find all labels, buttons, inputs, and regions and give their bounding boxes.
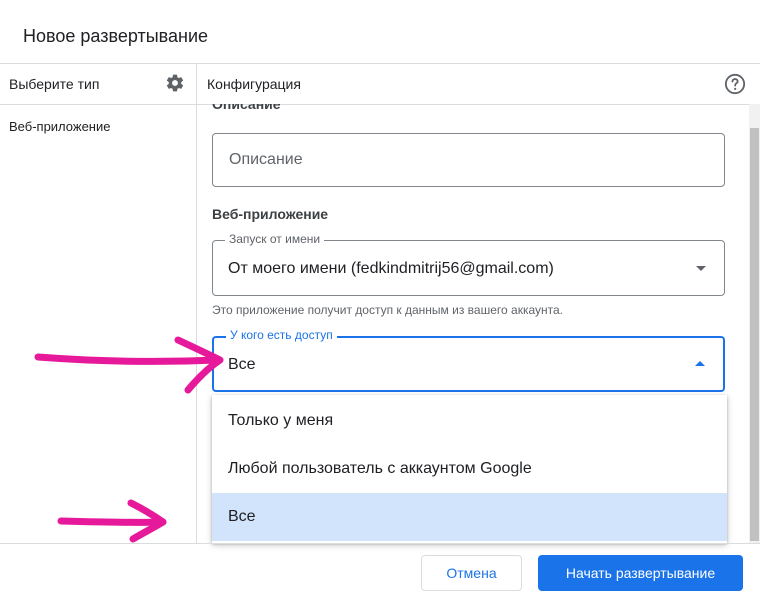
dropdown-arrow-up-icon: [695, 361, 705, 366]
access-select[interactable]: У кого есть доступ Все: [212, 328, 725, 392]
option-label: Все: [228, 508, 256, 525]
gear-icon[interactable]: [165, 73, 185, 93]
option-label: Любой пользователь с аккаунтом Google: [228, 460, 532, 477]
run-as-label: Запуск от имени: [225, 232, 325, 246]
run-as-select[interactable]: Запуск от имени От моего имени (fedkindm…: [212, 232, 725, 296]
type-item-web-app[interactable]: Веб-приложение: [9, 119, 110, 134]
access-option-google-account[interactable]: Любой пользователь с аккаунтом Google: [212, 445, 727, 493]
description-section-label: Описание: [212, 104, 281, 112]
description-placeholder: Описание: [229, 151, 303, 168]
select-type-label: Выберите тип: [9, 76, 100, 92]
access-label: У кого есть доступ: [226, 328, 337, 342]
annotation-arrow-icon: [34, 336, 224, 394]
run-as-hint: Это приложение получит доступ к данным и…: [212, 303, 563, 317]
run-as-value: От моего имени (fedkindmitrij56@gmail.co…: [228, 260, 554, 277]
cancel-button[interactable]: Отмена: [421, 555, 522, 591]
dropdown-arrow-icon: [696, 266, 706, 271]
access-value: Все: [228, 356, 256, 373]
configuration-label: Конфигурация: [207, 76, 301, 92]
access-option-only-me[interactable]: Только у меня: [212, 397, 727, 445]
web-app-section-label: Веб-приложение: [212, 206, 329, 222]
help-icon[interactable]: [724, 73, 746, 95]
deploy-button[interactable]: Начать развертывание: [538, 555, 743, 591]
header-divider: [0, 63, 760, 64]
access-option-anyone[interactable]: Все: [212, 493, 727, 541]
option-label: Только у меня: [228, 412, 334, 429]
annotation-arrow-icon: [57, 499, 167, 543]
dialog-title: Новое развертывание: [23, 26, 209, 46]
new-deployment-dialog: Новое развертывание Выберите тип Веб-при…: [0, 0, 760, 603]
access-options-menu: Только у меня Любой пользователь с аккау…: [212, 395, 727, 543]
description-input[interactable]: Описание: [212, 133, 725, 187]
scrollbar-thumb[interactable]: [750, 128, 759, 541]
